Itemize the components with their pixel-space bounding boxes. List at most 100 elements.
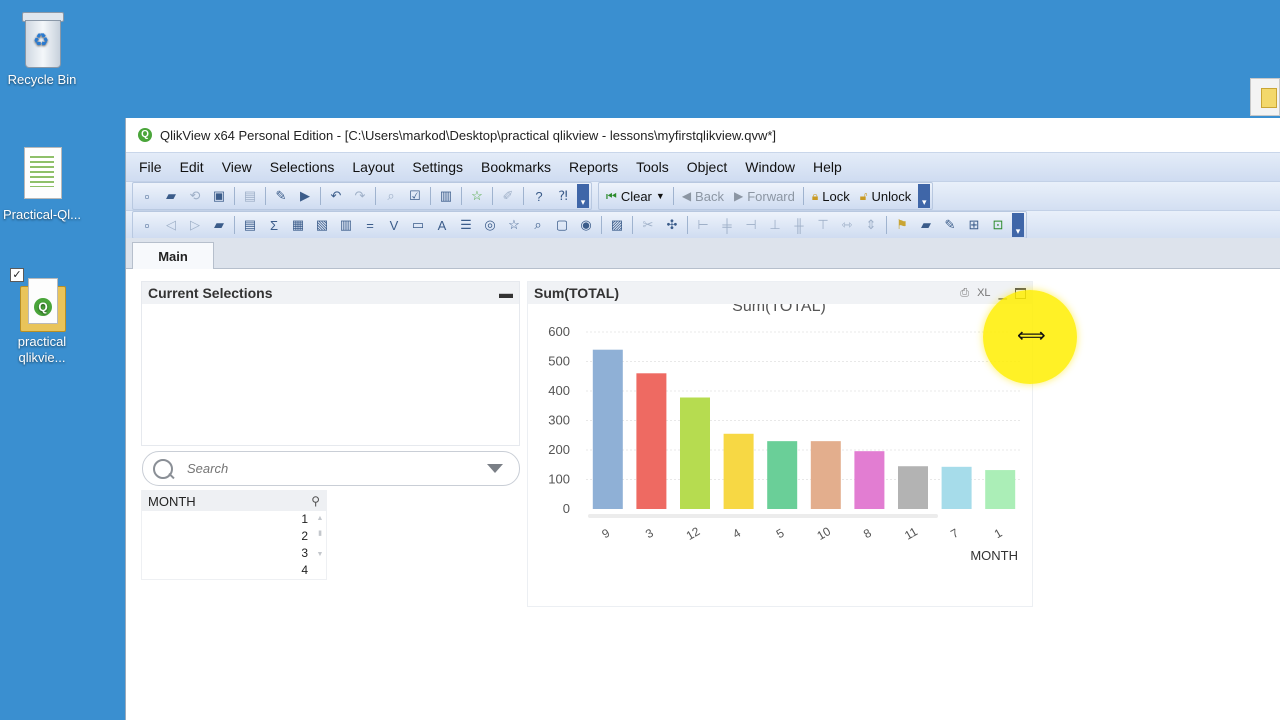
line-arrow-object-icon[interactable]: ☰ <box>455 215 477 235</box>
current-selections-box[interactable]: Current Selections ▬ <box>141 281 520 446</box>
month-listbox[interactable]: MONTH ⚲ 1 2 3 4 ▲ ▮ ▼ <box>141 490 327 580</box>
redo-icon[interactable]: ↷ <box>349 186 371 206</box>
chart-object-sum-total[interactable]: Sum(TOTAL) ⎙ XL ▁ Sum(TOTAL) 0 100 200 300 40… <box>527 281 1033 607</box>
bar-month-3[interactable] <box>636 373 667 509</box>
align-bottom-icon[interactable]: ⊥ <box>764 215 786 235</box>
desktop-recycle-bin[interactable]: ♻ Recycle Bin <box>0 10 87 88</box>
sheet-properties-icon[interactable]: ▰ <box>208 215 230 235</box>
edit-script-icon[interactable]: ✎ <box>270 186 292 206</box>
align-top-icon[interactable]: ⊤ <box>812 215 834 235</box>
background-window-stub[interactable] <box>1250 78 1280 116</box>
container-icon[interactable]: ▢ <box>551 215 573 235</box>
menu-view[interactable]: View <box>213 159 261 175</box>
check-icon[interactable]: ☑ <box>404 186 426 206</box>
promote-sheet-icon[interactable]: ◁ <box>160 215 182 235</box>
menu-tools[interactable]: Tools <box>627 159 678 175</box>
current-selections-caption[interactable]: Current Selections ▬ <box>142 282 519 304</box>
menu-reports[interactable]: Reports <box>560 159 627 175</box>
menu-object[interactable]: Object <box>678 159 736 175</box>
menu-selections[interactable]: Selections <box>261 159 344 175</box>
menu-settings[interactable]: Settings <box>403 159 472 175</box>
toolbar-options-icon[interactable]: ▾ <box>577 184 589 208</box>
align-left-icon[interactable]: ⊢ <box>692 215 714 235</box>
chart-wizard-icon[interactable]: ▥ <box>435 186 457 206</box>
search-input[interactable] <box>185 460 469 477</box>
slider-object-icon[interactable]: ◎ <box>479 215 501 235</box>
save-icon[interactable]: ▣ <box>208 186 230 206</box>
align-right-icon[interactable]: ⊣ <box>740 215 762 235</box>
bar-month-11[interactable] <box>898 466 928 509</box>
search-object[interactable] <box>142 451 520 486</box>
search-icon[interactable]: ⚲ <box>311 494 320 508</box>
forward-button[interactable]: ▶ Forward <box>729 186 800 206</box>
user-access-icon[interactable]: ⚑ <box>891 215 913 235</box>
reopen-icon[interactable]: ⟲ <box>184 186 206 206</box>
align-vcenter-icon[interactable]: ╫ <box>788 215 810 235</box>
bar-month-8[interactable] <box>854 451 885 509</box>
space-horizontal-icon[interactable]: ⇿ <box>836 215 858 235</box>
edit-expression-icon[interactable]: ✎ <box>939 215 961 235</box>
menu-bookmarks[interactable]: Bookmarks <box>472 159 560 175</box>
menu-edit[interactable]: Edit <box>171 159 213 175</box>
print-icon[interactable]: ▤ <box>239 186 261 206</box>
properties-icon[interactable]: ▰ <box>915 215 937 235</box>
minimize-icon[interactable]: ▬ <box>499 285 513 301</box>
bar-month-1[interactable] <box>985 470 1016 509</box>
reload-icon[interactable]: ▶ <box>294 186 316 206</box>
help-icon[interactable]: ? <box>528 186 550 206</box>
desktop-practical-folder[interactable]: Practical-Ql... <box>0 145 87 223</box>
undo-icon[interactable]: ↶ <box>325 186 347 206</box>
listbox-scrollbar[interactable]: ▲ ▮ ▼ <box>316 515 324 573</box>
chart-caption[interactable]: Sum(TOTAL) ⎙ XL ▁ <box>528 282 1032 304</box>
window-titlebar[interactable]: Q QlikView x64 Personal Edition - [C:\Us… <box>126 118 1280 152</box>
back-button[interactable]: ◀ Back <box>677 186 729 206</box>
document-properties-icon[interactable]: ⊡ <box>987 215 1009 235</box>
menu-window[interactable]: Window <box>736 159 804 175</box>
desktop-qlikview-file[interactable]: Q practical qlikvie... <box>0 272 87 366</box>
demote-sheet-icon[interactable]: ▷ <box>184 215 206 235</box>
open-folder-icon[interactable]: ▰ <box>160 186 182 206</box>
current-selections-box-icon[interactable]: V <box>383 215 405 235</box>
button-object-icon[interactable]: ▭ <box>407 215 429 235</box>
list-item[interactable]: 2 <box>142 528 326 545</box>
edit-module-icon[interactable]: ✐ <box>497 186 519 206</box>
bookmark-object-icon[interactable]: ☆ <box>503 215 525 235</box>
bar-month-4[interactable] <box>723 433 754 509</box>
bar-chart[interactable]: Sum(TOTAL)01002003004005006009 3 12 4 5 10 8 11… <box>528 304 1032 606</box>
bar-month-10[interactable] <box>810 441 841 509</box>
clear-button[interactable]: ⏮ Clear ▼ <box>601 186 670 206</box>
statistics-box-icon[interactable]: Σ <box>263 215 285 235</box>
table-viewer-icon[interactable]: ⊞ <box>963 215 985 235</box>
menu-layout[interactable]: Layout <box>343 159 403 175</box>
toolbar-options-icon[interactable]: ▾ <box>1012 213 1024 237</box>
table-box-icon[interactable]: ▧ <box>311 215 333 235</box>
context-help-icon[interactable]: ⁈ <box>552 186 574 206</box>
xl-export-icon[interactable]: XL <box>977 287 990 299</box>
reports-icon[interactable]: ▨ <box>606 215 628 235</box>
month-listbox-caption[interactable]: MONTH ⚲ <box>142 491 326 511</box>
print-icon[interactable]: ⎙ <box>960 287 969 300</box>
space-vertical-icon[interactable]: ⇕ <box>860 215 882 235</box>
lock-button[interactable]: 🔒︎ Lock <box>807 186 855 206</box>
bar-month-7[interactable] <box>941 466 972 509</box>
tab-main[interactable]: Main <box>132 242 214 269</box>
format-painter-icon[interactable]: ✂ <box>637 215 659 235</box>
list-item[interactable]: 3 <box>142 545 326 562</box>
bookmark-star-icon[interactable]: ☆ <box>466 186 488 206</box>
text-object-icon[interactable]: A <box>431 215 453 235</box>
bar-month-12[interactable] <box>680 397 710 509</box>
custom-object-icon[interactable]: ◉ <box>575 215 597 235</box>
dropdown-arrow-icon[interactable] <box>487 464 503 473</box>
list-item[interactable]: 1 <box>142 511 326 528</box>
unlock-button[interactable]: 🔓︎ Unlock <box>855 186 917 206</box>
search-object-icon[interactable]: ⌕ <box>527 215 549 235</box>
listbox-icon[interactable]: ▤ <box>239 215 261 235</box>
new-sheet-icon[interactable]: ▫ <box>136 215 158 235</box>
input-box-icon[interactable]: = <box>359 215 381 235</box>
design-grid-icon[interactable]: ✣ <box>661 215 683 235</box>
list-item[interactable]: 4 <box>142 562 326 579</box>
search-icon[interactable]: ⌕ <box>380 186 402 206</box>
multi-box-icon[interactable]: ▦ <box>287 215 309 235</box>
bar-month-5[interactable] <box>767 441 798 509</box>
menu-file[interactable]: File <box>130 159 171 175</box>
